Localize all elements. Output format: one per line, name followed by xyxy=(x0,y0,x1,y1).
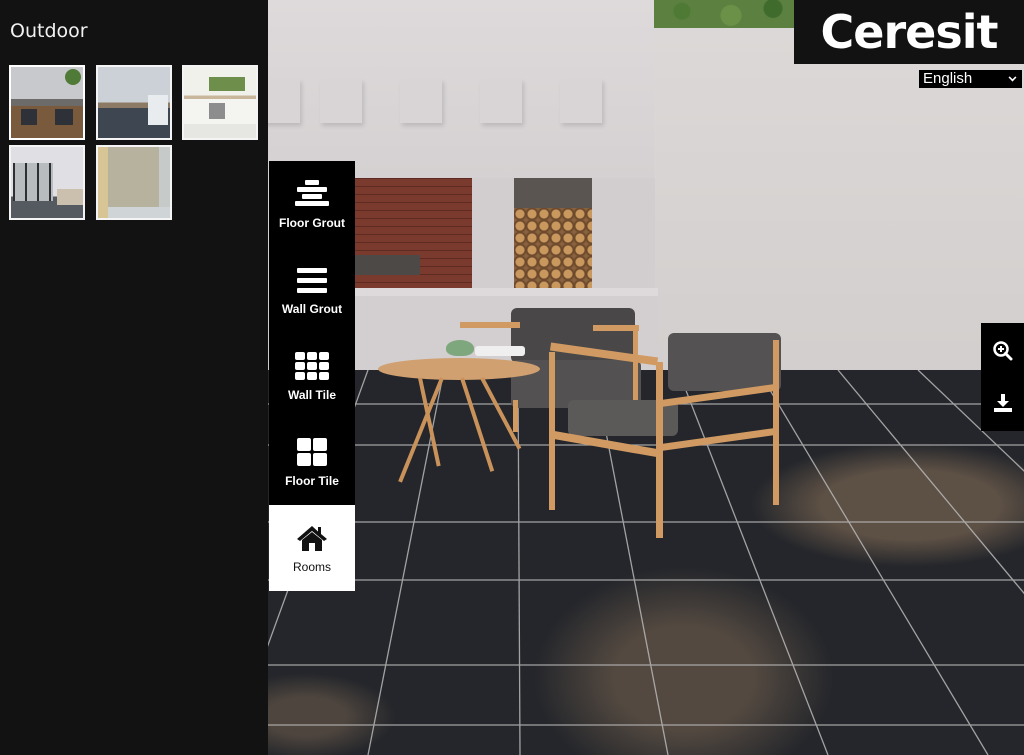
action-toolbar xyxy=(981,323,1024,431)
zoom-in-icon xyxy=(992,341,1012,361)
tool-floor-grout[interactable]: Floor Grout xyxy=(269,161,355,247)
wall-block xyxy=(480,79,522,123)
tool-wall-grout[interactable]: Wall Grout xyxy=(269,247,355,333)
room-thumbnail-outdoor[interactable] xyxy=(9,65,85,140)
armchair-back-cushion xyxy=(668,333,781,391)
side-table xyxy=(378,358,540,380)
hedge-plant xyxy=(654,0,794,28)
tool-rooms[interactable]: Rooms xyxy=(269,505,355,591)
room-thumbnail-white-kitchen[interactable] xyxy=(182,65,258,140)
room-preview-scene xyxy=(268,0,1024,755)
tool-floor-tile[interactable]: Floor Tile xyxy=(269,419,355,505)
room-panel: Outdoor xyxy=(0,0,268,755)
room-thumbnail-living-room[interactable] xyxy=(9,145,85,220)
chevron-down-icon xyxy=(1008,73,1017,82)
home-icon xyxy=(269,523,355,553)
floor-tile-icon xyxy=(269,437,355,467)
tool-wall-tile[interactable]: Wall Tile xyxy=(269,333,355,419)
books xyxy=(475,346,525,356)
wall-grout-icon xyxy=(269,265,355,295)
chair-leg xyxy=(513,400,518,432)
tool-label: Rooms xyxy=(292,560,331,574)
wall-block xyxy=(400,79,442,123)
wall-block xyxy=(320,79,362,123)
armrest xyxy=(460,322,520,328)
room-category-title: Outdoor xyxy=(10,20,88,42)
room-thumbnail-bathroom[interactable] xyxy=(96,145,172,220)
grill xyxy=(355,255,420,275)
download-icon xyxy=(993,394,1012,412)
tool-label: Wall Tile xyxy=(287,388,336,402)
wall-block xyxy=(560,79,602,123)
firewood-stack xyxy=(514,208,592,290)
floor-grout-icon xyxy=(269,179,355,209)
tool-menu: Floor Grout Wall Grout Wall Tile Floor T… xyxy=(269,161,355,591)
wall-tile-icon xyxy=(269,351,355,381)
succulent-plant xyxy=(446,340,474,356)
wall-block xyxy=(268,79,300,123)
download-button[interactable] xyxy=(981,378,1024,428)
tool-label: Floor Grout xyxy=(279,216,345,230)
chair-leg xyxy=(773,340,779,505)
language-select[interactable]: English xyxy=(919,70,1022,88)
zoom-in-button[interactable] xyxy=(981,326,1024,376)
tool-label: Floor Tile xyxy=(285,474,339,488)
bench-top xyxy=(355,288,658,296)
ceresit-logo: Ceresit xyxy=(794,0,1024,64)
room-thumbnail-kitchen-dining[interactable] xyxy=(96,65,172,140)
language-selected: English xyxy=(923,70,973,87)
tool-label: Wall Grout xyxy=(281,302,343,316)
